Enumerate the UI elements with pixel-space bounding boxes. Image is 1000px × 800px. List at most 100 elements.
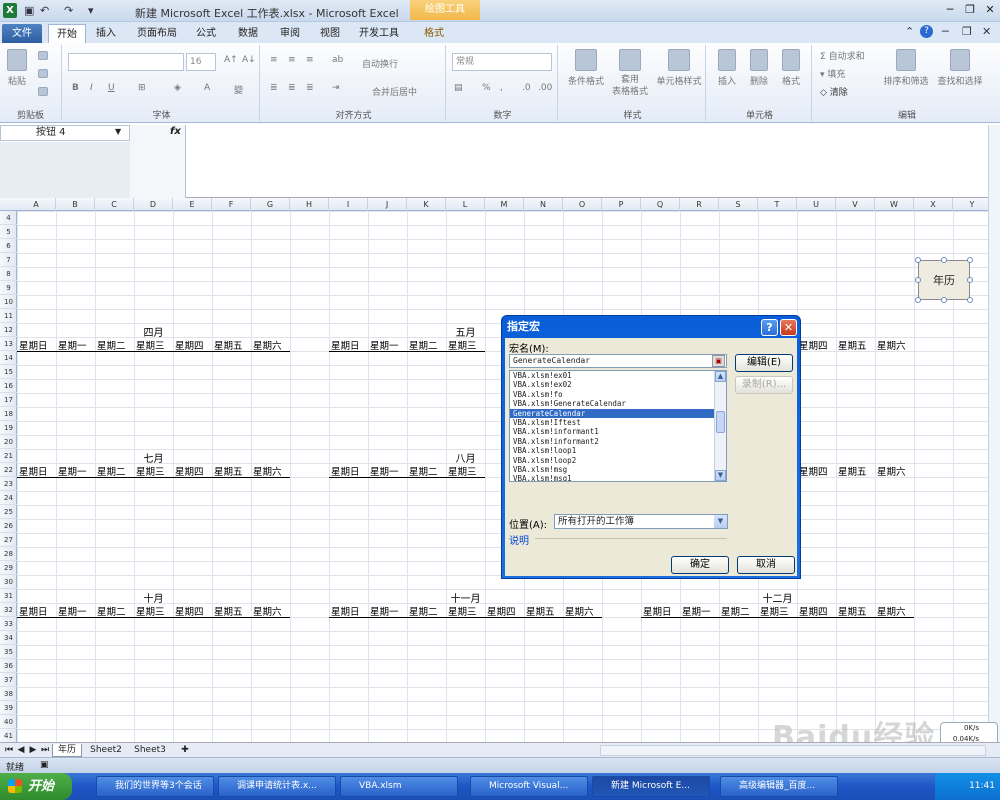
- workbook-minimize-icon[interactable]: ─: [942, 25, 949, 38]
- restore-icon[interactable]: ❐: [960, 2, 980, 18]
- column-header[interactable]: J: [368, 198, 407, 211]
- align-center-icon[interactable]: ≣: [288, 83, 296, 93]
- macro-list-item[interactable]: VBA.xlsm!informant2: [510, 437, 716, 446]
- resize-handle[interactable]: [941, 257, 947, 263]
- merge-center-button[interactable]: 合并后居中: [372, 85, 417, 98]
- column-header[interactable]: G: [251, 198, 290, 211]
- workbook-close-icon[interactable]: ✕: [982, 25, 991, 38]
- row-header[interactable]: 36: [0, 659, 17, 673]
- resize-handle[interactable]: [915, 257, 921, 263]
- find-select-button[interactable]: 查找和选择: [934, 49, 986, 87]
- font-name-dropdown[interactable]: [68, 53, 184, 71]
- row-header[interactable]: 20: [0, 435, 17, 449]
- row-header[interactable]: 10: [0, 295, 17, 309]
- conditional-format-button[interactable]: 条件格式: [564, 49, 608, 87]
- percent-icon[interactable]: %: [482, 83, 491, 93]
- resize-handle[interactable]: [941, 297, 947, 303]
- autosum-button[interactable]: Σ 自动求和: [820, 49, 865, 62]
- macro-list-item[interactable]: VBA.xlsm!ex02: [510, 380, 716, 389]
- fill-color-icon[interactable]: ◈: [174, 83, 181, 93]
- insert-cells-button[interactable]: 插入: [712, 49, 742, 87]
- row-header[interactable]: 25: [0, 505, 17, 519]
- row-header[interactable]: 11: [0, 309, 17, 323]
- macro-list-item[interactable]: VBA.xlsm!GenerateCalendar: [510, 399, 716, 408]
- cancel-button[interactable]: 取消: [737, 556, 795, 574]
- table-format-button[interactable]: 套用 表格格式: [608, 49, 652, 98]
- row-header[interactable]: 13: [0, 337, 17, 351]
- macro-list-item[interactable]: VBA.xlsm!fo: [510, 390, 716, 399]
- align-left-icon[interactable]: ≣: [270, 83, 278, 93]
- cell-style-button[interactable]: 单元格样式: [652, 49, 706, 87]
- row-header[interactable]: 23: [0, 477, 17, 491]
- tab-developer[interactable]: 开发工具: [354, 24, 404, 43]
- prev-sheet-icon[interactable]: ◀: [16, 744, 26, 757]
- row-header[interactable]: 33: [0, 617, 17, 631]
- column-header[interactable]: N: [524, 198, 563, 211]
- collapse-dialog-icon[interactable]: ▣: [712, 355, 725, 367]
- macro-list-item[interactable]: VBA.xlsm!msg1: [510, 474, 716, 481]
- column-header[interactable]: A: [17, 198, 56, 211]
- scroll-up-icon[interactable]: ▲: [715, 371, 726, 382]
- column-header[interactable]: T: [758, 198, 797, 211]
- shrink-font-icon[interactable]: A↓: [242, 55, 256, 65]
- macro-name-input[interactable]: GenerateCalendar: [509, 354, 727, 368]
- close-icon[interactable]: ✕: [980, 2, 1000, 18]
- dialog-close-icon[interactable]: ✕: [780, 319, 797, 336]
- name-box-dropdown-icon[interactable]: ▼: [115, 127, 121, 136]
- sheet-tab-sheet3[interactable]: Sheet3: [130, 744, 170, 757]
- insert-sheet-icon[interactable]: ✚: [176, 744, 194, 757]
- macro-list-item[interactable]: VBA.xlsm!ex01: [510, 371, 716, 380]
- row-header[interactable]: 31: [0, 589, 17, 603]
- format-cells-button[interactable]: 格式: [776, 49, 806, 87]
- column-header[interactable]: Y: [953, 198, 990, 211]
- scroll-thumb[interactable]: [716, 411, 725, 433]
- row-header[interactable]: 7: [0, 253, 17, 267]
- redo-icon[interactable]: ↷: [64, 4, 73, 17]
- column-header[interactable]: U: [797, 198, 836, 211]
- row-header[interactable]: 34: [0, 631, 17, 645]
- macro-list-item[interactable]: VBA.xlsm!msg: [510, 465, 716, 474]
- column-header[interactable]: F: [212, 198, 251, 211]
- row-header[interactable]: 17: [0, 393, 17, 407]
- column-header[interactable]: P: [602, 198, 641, 211]
- resize-handle[interactable]: [915, 277, 921, 283]
- column-header[interactable]: H: [290, 198, 329, 211]
- tab-page-layout[interactable]: 页面布局: [130, 24, 184, 43]
- tab-insert[interactable]: 插入: [88, 24, 124, 43]
- italic-icon[interactable]: I: [90, 83, 93, 93]
- fx-icon[interactable]: fx: [170, 126, 181, 137]
- record-macro-button[interactable]: 录制(R)...: [735, 376, 793, 394]
- font-color-icon[interactable]: A: [204, 83, 210, 93]
- macro-list-item[interactable]: VBA.xlsm!loop2: [510, 456, 716, 465]
- location-select[interactable]: 所有打开的工作簿 ▼: [554, 514, 728, 529]
- formula-expand-scroll[interactable]: [988, 125, 1000, 198]
- macro-list[interactable]: ▲ ▼ VBA.xlsm!ex01 VBA.xlsm!ex02 VBA.xlsm!f…: [509, 370, 727, 482]
- macro-list-scrollbar[interactable]: ▲ ▼: [714, 371, 726, 481]
- row-header[interactable]: 4: [0, 211, 17, 225]
- row-header[interactable]: 21: [0, 449, 17, 463]
- copy-icon[interactable]: [38, 69, 48, 78]
- resize-handle[interactable]: [915, 297, 921, 303]
- column-header[interactable]: K: [407, 198, 446, 211]
- row-header[interactable]: 6: [0, 239, 17, 253]
- cut-icon[interactable]: [38, 51, 48, 60]
- row-header[interactable]: 35: [0, 645, 17, 659]
- orientation-icon[interactable]: ab: [332, 55, 343, 65]
- align-middle-icon[interactable]: ≡: [288, 55, 296, 65]
- column-header[interactable]: R: [680, 198, 719, 211]
- location-dropdown-icon[interactable]: ▼: [714, 515, 727, 528]
- number-format-dropdown[interactable]: 常规: [452, 53, 552, 71]
- tab-view[interactable]: 视图: [312, 24, 348, 43]
- grow-font-icon[interactable]: A↑: [224, 55, 238, 65]
- row-header[interactable]: 5: [0, 225, 17, 239]
- column-header[interactable]: E: [173, 198, 212, 211]
- minimize-ribbon-icon[interactable]: ⌃: [905, 25, 914, 38]
- row-header[interactable]: 18: [0, 407, 17, 421]
- underline-icon[interactable]: U: [108, 83, 115, 93]
- phonetic-icon[interactable]: 變: [234, 83, 243, 96]
- last-sheet-icon[interactable]: ⏭: [40, 744, 50, 757]
- dialog-help-icon[interactable]: ?: [761, 319, 778, 336]
- row-header[interactable]: 19: [0, 421, 17, 435]
- macro-list-item[interactable]: VBA.xlsm!Iftest: [510, 418, 716, 427]
- column-header[interactable]: X: [914, 198, 953, 211]
